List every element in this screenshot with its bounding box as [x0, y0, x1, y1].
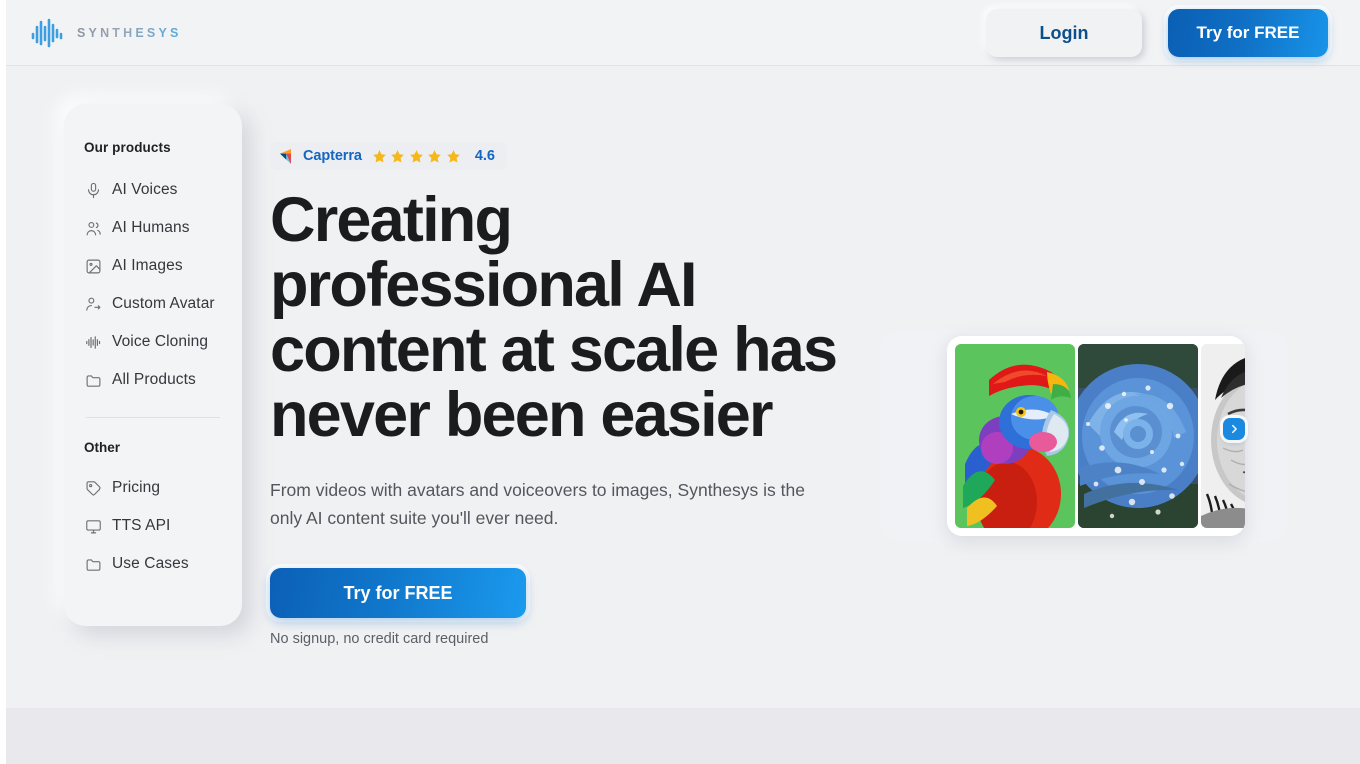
- waveform-icon: [86, 335, 101, 349]
- sidebar-item-voice-cloning[interactable]: Voice Cloning: [64, 323, 242, 361]
- capterra-logo-icon: [280, 148, 291, 164]
- sidebar-products-heading: Our products: [84, 140, 171, 155]
- users-icon: [86, 221, 101, 235]
- header-try-free-button[interactable]: Try for FREE: [1168, 9, 1328, 57]
- image-carousel: [880, 330, 1288, 542]
- sidebar-products-list: AI Voices AI Humans AI Images Custom Ava…: [64, 171, 242, 399]
- cta-note: No signup, no credit card required: [270, 631, 489, 648]
- page-title: Creating professional AI content at scal…: [270, 185, 838, 450]
- star-icon: [428, 149, 442, 162]
- star-rating: [372, 149, 461, 164]
- hero-try-free-button[interactable]: Try for FREE: [270, 568, 526, 619]
- header-actions: Login Try for FREE: [986, 0, 1328, 66]
- sidebar-item-tts-api[interactable]: TTS API: [64, 507, 242, 545]
- folder-icon: [86, 374, 101, 387]
- sidebar-item-label: AI Humans: [112, 219, 190, 236]
- star-icon: [410, 149, 423, 162]
- carousel-slide-parrot[interactable]: [955, 344, 1075, 528]
- image-icon: [86, 259, 101, 273]
- capterra-rating-badge[interactable]: Capterra 4.6: [270, 142, 508, 170]
- carousel-next-button[interactable]: [1223, 418, 1245, 440]
- scrollbar-gutter[interactable]: [0, 0, 6, 764]
- sidebar-item-label: All Products: [112, 371, 196, 388]
- sidebar-item-label: AI Voices: [112, 181, 178, 198]
- tag-icon: [86, 480, 101, 495]
- sidebar-item-label: TTS API: [112, 517, 171, 534]
- hero-section: Capterra 4.6 Creating professional AI co…: [270, 142, 870, 647]
- sidebar-item-label: AI Images: [112, 257, 183, 274]
- user-swap-icon: [86, 297, 101, 311]
- carousel-slide-blue-rose[interactable]: [1078, 344, 1198, 528]
- sidebar-item-label: Voice Cloning: [112, 333, 209, 350]
- carousel-card: [947, 336, 1245, 536]
- sidebar-other-heading: Other: [84, 440, 121, 455]
- sidebar-divider: [86, 417, 220, 418]
- login-button[interactable]: Login: [986, 9, 1142, 57]
- logo[interactable]: SYNTHESYS: [31, 18, 182, 48]
- hero-subtitle: From videos with avatars and voiceovers …: [270, 479, 805, 528]
- folder-icon: [86, 558, 101, 571]
- star-icon: [447, 149, 460, 162]
- chevron-right-icon: [1232, 424, 1237, 434]
- capterra-brand-label: Capterra: [303, 148, 362, 164]
- sidebar: Our products AI Voices AI Humans AI Imag…: [64, 104, 242, 626]
- carousel-slides: [955, 344, 1245, 528]
- monitor-icon: [86, 519, 101, 533]
- page-bottom-band: [0, 708, 1360, 764]
- microphone-icon: [87, 182, 100, 198]
- sidebar-other-list: Pricing TTS API Use Cases: [64, 469, 242, 583]
- sidebar-item-custom-avatar[interactable]: Custom Avatar: [64, 285, 242, 323]
- sidebar-item-all-products[interactable]: All Products: [64, 361, 242, 399]
- star-icon: [391, 149, 405, 162]
- sidebar-item-label: Pricing: [112, 479, 161, 496]
- sidebar-item-use-cases[interactable]: Use Cases: [64, 545, 242, 583]
- star-icon: [373, 149, 386, 162]
- waveform-icon: [31, 18, 63, 48]
- sidebar-item-ai-humans[interactable]: AI Humans: [64, 209, 242, 247]
- page-root: SYNTHESYS Login Try for FREE Our product…: [0, 0, 1360, 764]
- logo-text: SYNTHESYS: [77, 26, 182, 40]
- sidebar-item-ai-voices[interactable]: AI Voices: [64, 171, 242, 209]
- site-header: SYNTHESYS Login Try for FREE: [0, 0, 1360, 66]
- rating-score: 4.6: [474, 148, 496, 164]
- sidebar-item-label: Use Cases: [112, 555, 189, 572]
- sidebar-item-pricing[interactable]: Pricing: [64, 469, 242, 507]
- sidebar-item-label: Custom Avatar: [112, 295, 215, 312]
- sidebar-item-ai-images[interactable]: AI Images: [64, 247, 242, 285]
